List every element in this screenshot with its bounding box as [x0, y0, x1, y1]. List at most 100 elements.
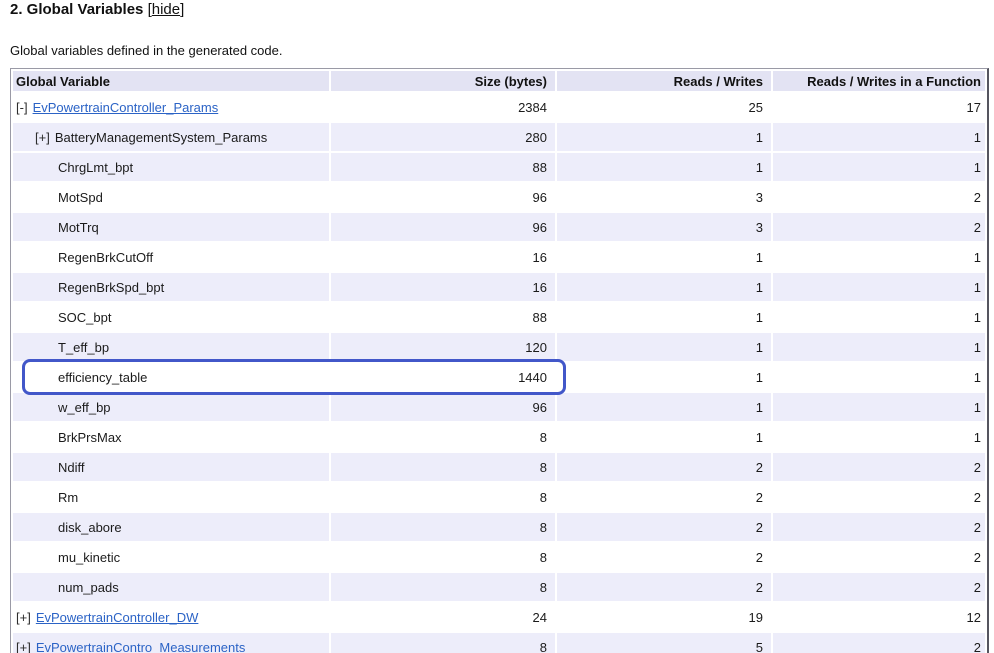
reads-writes-fn-cell: 2 — [773, 453, 985, 481]
column-header-reads-writes: Reads / Writes — [557, 71, 771, 91]
variable-link[interactable]: EvPowertrainController_Params — [33, 100, 219, 115]
variable-name: BatteryManagementSystem_Params — [55, 130, 267, 145]
reads-writes-fn-cell: 2 — [773, 183, 985, 211]
variable-cell: disk_abore — [13, 513, 329, 541]
size-cell: 24 — [331, 603, 555, 631]
reads-writes-fn-cell: 1 — [773, 363, 985, 391]
size-cell: 8 — [331, 543, 555, 571]
reads-writes-cell: 2 — [557, 453, 771, 481]
section-heading: 2. Global Variables [hide] — [10, 0, 184, 20]
reads-writes-fn-cell: 1 — [773, 243, 985, 271]
table-row: disk_abore 8 2 2 — [13, 513, 985, 541]
table-row: [+]BatteryManagementSystem_Params 280 1 … — [13, 123, 985, 151]
reads-writes-cell: 1 — [557, 123, 771, 151]
size-cell: 96 — [331, 183, 555, 211]
expand-toggle-icon[interactable]: [+] — [16, 610, 31, 625]
expand-toggle-icon[interactable]: [-] — [16, 100, 28, 115]
section-toggle: [hide] — [148, 1, 185, 18]
reads-writes-fn-cell: 1 — [773, 153, 985, 181]
column-header-size-bytes: Size (bytes) — [331, 71, 555, 91]
variable-name: BrkPrsMax — [58, 430, 122, 445]
section-title: 2. Global Variables — [10, 1, 143, 18]
variable-cell: MotTrq — [13, 213, 329, 241]
variable-cell: RegenBrkSpd_bpt — [13, 273, 329, 301]
size-cell: 120 — [331, 333, 555, 361]
variable-name: MotTrq — [58, 220, 99, 235]
bracket-close: ] — [180, 1, 184, 18]
variable-name: RegenBrkSpd_bpt — [58, 280, 164, 295]
column-header-global-variable: Global Variable — [13, 71, 329, 91]
table-row: [+] EvPowertrainController_DW 24 19 12 — [13, 603, 985, 631]
table-row: Rm 8 2 2 — [13, 483, 985, 511]
column-header-reads-writes-in-function: Reads / Writes in a Function — [773, 71, 985, 91]
table-row: num_pads 8 2 2 — [13, 573, 985, 601]
variable-cell: num_pads — [13, 573, 329, 601]
variable-cell: efficiency_table — [13, 363, 329, 391]
table-row: [+]EvPowertrainContro_Measurements 8 5 2 — [13, 633, 985, 653]
expand-toggle-icon[interactable]: [+] — [35, 130, 50, 145]
reads-writes-cell: 3 — [557, 213, 771, 241]
table-row: MotSpd 96 3 2 — [13, 183, 985, 211]
reads-writes-cell: 19 — [557, 603, 771, 631]
table-row: Ndiff 8 2 2 — [13, 453, 985, 481]
variable-cell: [+] EvPowertrainContro_Measurements — [13, 633, 329, 653]
reads-writes-fn-cell: 1 — [773, 423, 985, 451]
reads-writes-cell: 2 — [557, 543, 771, 571]
reads-writes-cell: 1 — [557, 333, 771, 361]
table-row: [-]EvPowertrainController_Params 2384 25… — [13, 93, 985, 121]
variable-cell: Rm — [13, 483, 329, 511]
size-cell: 8 — [331, 513, 555, 541]
variable-cell: [+] BatteryManagementSystem_Params — [13, 123, 329, 151]
variable-cell: ChrgLmt_bpt — [13, 153, 329, 181]
table-row: RegenBrkCutOff 16 1 1 — [13, 243, 985, 271]
size-cell: 8 — [331, 633, 555, 653]
variable-name: Ndiff — [58, 460, 85, 475]
variable-link[interactable]: EvPowertrainController_DW — [36, 610, 199, 625]
reads-writes-cell: 2 — [557, 483, 771, 511]
variable-cell: [-] EvPowertrainController_Params — [13, 93, 329, 121]
hide-link[interactable]: hide — [152, 1, 180, 18]
variable-link[interactable]: EvPowertrainContro_Measurements — [36, 640, 246, 653]
variable-cell: SOC_bpt — [13, 303, 329, 331]
reads-writes-fn-cell: 1 — [773, 393, 985, 421]
variable-name: T_eff_bp — [58, 340, 109, 355]
variable-name: MotSpd — [58, 190, 103, 205]
table-body: [-]EvPowertrainController_Params 2384 25… — [13, 93, 985, 653]
variable-name: SOC_bpt — [58, 310, 111, 325]
variable-name: num_pads — [58, 580, 119, 595]
size-cell: 280 — [331, 123, 555, 151]
variable-name: ChrgLmt_bpt — [58, 160, 133, 175]
reads-writes-cell: 25 — [557, 93, 771, 121]
variable-name: disk_abore — [58, 520, 122, 535]
variable-name: w_eff_bp — [58, 400, 111, 415]
variable-cell: RegenBrkCutOff — [13, 243, 329, 271]
reads-writes-cell: 5 — [557, 633, 771, 653]
size-cell: 96 — [331, 393, 555, 421]
table-row: w_eff_bp 96 1 1 — [13, 393, 985, 421]
size-cell: 88 — [331, 153, 555, 181]
table-row: RegenBrkSpd_bpt 16 1 1 — [13, 273, 985, 301]
reads-writes-cell: 2 — [557, 573, 771, 601]
size-cell: 88 — [331, 303, 555, 331]
header-row: Global Variable Size (bytes) Reads / Wri… — [13, 71, 985, 91]
variable-cell: w_eff_bp — [13, 393, 329, 421]
reads-writes-cell: 1 — [557, 273, 771, 301]
reads-writes-cell: 1 — [557, 393, 771, 421]
table-row: MotTrq 96 3 2 — [13, 213, 985, 241]
table-row: T_eff_bp 120 1 1 — [13, 333, 985, 361]
reads-writes-fn-cell: 12 — [773, 603, 985, 631]
size-cell: 8 — [331, 573, 555, 601]
reads-writes-cell: 2 — [557, 513, 771, 541]
size-cell: 8 — [331, 483, 555, 511]
variable-cell: [+] EvPowertrainController_DW — [13, 603, 329, 631]
reads-writes-fn-cell: 1 — [773, 273, 985, 301]
size-cell: 96 — [331, 213, 555, 241]
reads-writes-fn-cell: 2 — [773, 543, 985, 571]
expand-toggle-icon[interactable]: [+] — [16, 640, 31, 653]
reads-writes-fn-cell: 2 — [773, 483, 985, 511]
reads-writes-cell: 1 — [557, 423, 771, 451]
reads-writes-fn-cell: 2 — [773, 513, 985, 541]
variable-name: mu_kinetic — [58, 550, 120, 565]
size-cell: 16 — [331, 243, 555, 271]
table-row: efficiency_table 1440 1 1 — [13, 363, 985, 391]
